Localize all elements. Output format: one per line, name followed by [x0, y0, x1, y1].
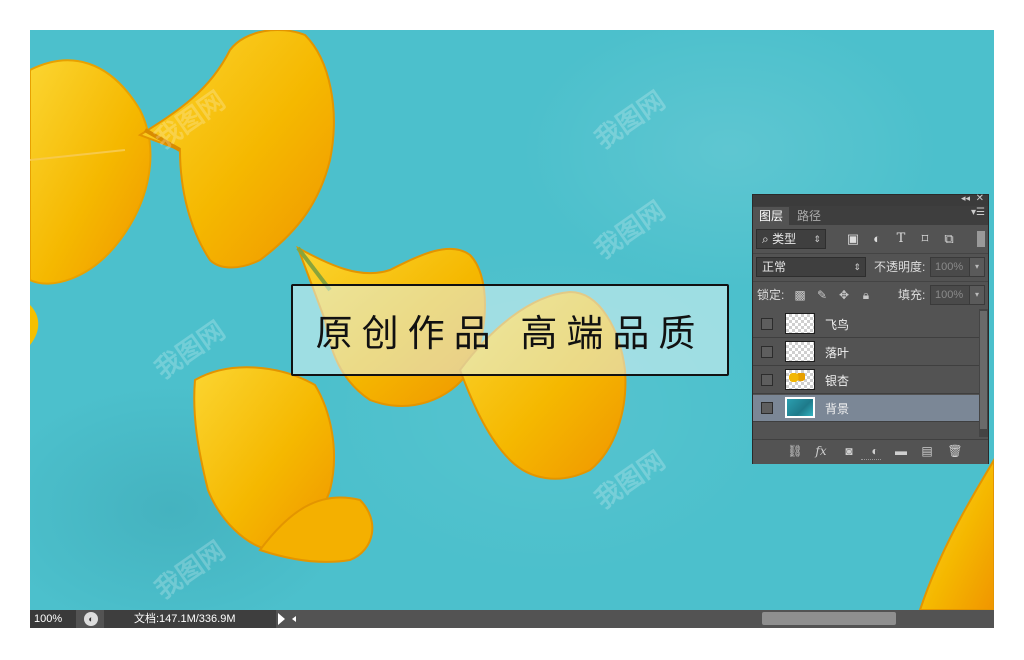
layers-list: 飞鸟 落叶 银杏 背景: [753, 309, 979, 437]
panel-tabbar: 图层 路径 ▾☰: [753, 206, 988, 225]
fill-value: 100%: [935, 289, 964, 301]
shape-filter-icon[interactable]: ⌑: [917, 231, 933, 247]
lock-all-icon[interactable]: 🔒︎: [859, 287, 873, 303]
resize-grip[interactable]: [861, 459, 881, 463]
fill-field[interactable]: 100% ▾: [930, 285, 985, 305]
status-menu-arrow-icon[interactable]: [278, 613, 285, 625]
headline-text: 原创作品 高端品质: [315, 312, 705, 355]
type-filter-icon[interactable]: T: [893, 231, 909, 247]
blend-mode-value: 正常: [762, 260, 787, 274]
layer-row[interactable]: 落叶: [753, 339, 979, 366]
layer-thumbnail: [785, 313, 815, 334]
document-info: 文档:147.1M/336.9M: [104, 610, 276, 628]
ginkgo-leaf-corner: [918, 458, 994, 610]
layer-name: 飞鸟: [825, 318, 850, 332]
filter-row: ⌕ 类型 ⇕ ▣ ◐ T ⌑ ⧉: [753, 229, 988, 249]
filter-kind-value: 类型: [772, 232, 797, 246]
adjustment-layer-icon[interactable]: ◐: [867, 443, 883, 459]
lock-position-icon[interactable]: ✥: [837, 287, 851, 303]
ginkgo-leaf-edge: [30, 305, 39, 345]
ginkgo-leaf-topleft: [30, 59, 152, 285]
chevron-updown-icon: ⇕: [853, 262, 861, 272]
lock-row: 锁定: ▩ ✎ ✥ 🔒︎ 填充: 100% ▾: [753, 285, 988, 305]
divider: [753, 253, 988, 254]
ginkgo-leaf-top: [137, 30, 335, 269]
headline-box: 原创作品 高端品质: [291, 284, 729, 376]
chevron-down-icon[interactable]: ▾: [969, 286, 984, 304]
add-mask-icon[interactable]: ◙: [841, 443, 857, 459]
layer-row[interactable]: 银杏: [753, 367, 979, 394]
image-filter-icon[interactable]: ▣: [845, 231, 861, 247]
layer-name: 落叶: [825, 346, 850, 360]
layer-thumbnail: [785, 369, 815, 390]
collapse-panel-icon[interactable]: ◂◂: [961, 193, 970, 204]
zoom-level[interactable]: 100%: [30, 610, 76, 628]
proof-icon[interactable]: ◐: [84, 612, 98, 626]
visibility-toggle[interactable]: [761, 374, 773, 386]
opacity-value: 100%: [935, 261, 964, 273]
layer-thumbnail: [785, 397, 815, 418]
tab-layers[interactable]: 图层: [753, 207, 790, 225]
layer-thumbnail: [785, 341, 815, 362]
lock-transparent-pixels-icon[interactable]: ▩: [793, 287, 807, 303]
new-group-icon[interactable]: ▬: [893, 443, 909, 459]
layer-row-selected[interactable]: 背景: [753, 395, 979, 422]
lock-image-pixels-icon[interactable]: ✎: [815, 287, 829, 303]
smart-object-filter-icon[interactable]: ⧉: [941, 231, 957, 247]
fill-label: 填充:: [898, 288, 926, 302]
blend-row: 正常 ⇕ 不透明度: 100% ▾: [753, 257, 988, 277]
opacity-field[interactable]: 100% ▾: [930, 257, 985, 277]
scroll-left-arrow-icon[interactable]: [292, 616, 296, 622]
status-bar: 100% ◐ 文档:147.1M/336.9M: [30, 610, 994, 628]
chevron-down-icon[interactable]: ▾: [969, 258, 984, 276]
delete-layer-icon[interactable]: 🗑︎: [947, 443, 963, 459]
panel-footer: ⛓ fx ◙ ◐ ▬ ▤ 🗑︎: [753, 439, 988, 464]
panel-titlebar: ◂◂ ✕: [753, 193, 988, 206]
layers-panel: ◂◂ ✕ 图层 路径 ▾☰ ⌕ 类型 ⇕ ▣ ◐ T ⌑ ⧉ 正常 ⇕ 不透明度…: [752, 193, 989, 464]
filter-toggle-switch[interactable]: [977, 231, 985, 247]
layer-name: 背景: [825, 402, 850, 416]
filter-kind-select[interactable]: ⌕ 类型 ⇕: [756, 229, 826, 249]
layer-row[interactable]: 飞鸟: [753, 311, 979, 338]
panel-menu-icon[interactable]: ▾☰: [971, 207, 985, 218]
adjustment-filter-icon[interactable]: ◐: [869, 231, 885, 247]
link-layers-icon[interactable]: ⛓: [787, 443, 803, 459]
divider: [753, 281, 988, 282]
new-layer-icon[interactable]: ▤: [919, 443, 935, 459]
search-icon: ⌕: [762, 232, 773, 246]
visibility-toggle[interactable]: [761, 346, 773, 358]
horizontal-scrollbar-thumb[interactable]: [762, 612, 896, 625]
visibility-toggle[interactable]: [761, 402, 773, 414]
fx-icon[interactable]: fx: [813, 443, 829, 459]
layers-scrollbar[interactable]: [979, 309, 988, 437]
chevron-updown-icon: ⇕: [813, 234, 821, 244]
ginkgo-leaf-bottom: [193, 366, 374, 563]
visibility-toggle[interactable]: [761, 318, 773, 330]
scrollbar-thumb[interactable]: [980, 311, 987, 429]
lock-label: 锁定:: [757, 288, 785, 302]
blend-mode-select[interactable]: 正常 ⇕: [756, 257, 866, 277]
tab-paths[interactable]: 路径: [791, 207, 827, 225]
opacity-label: 不透明度:: [874, 260, 926, 274]
close-icon[interactable]: ✕: [976, 193, 984, 204]
layer-name: 银杏: [825, 374, 850, 388]
